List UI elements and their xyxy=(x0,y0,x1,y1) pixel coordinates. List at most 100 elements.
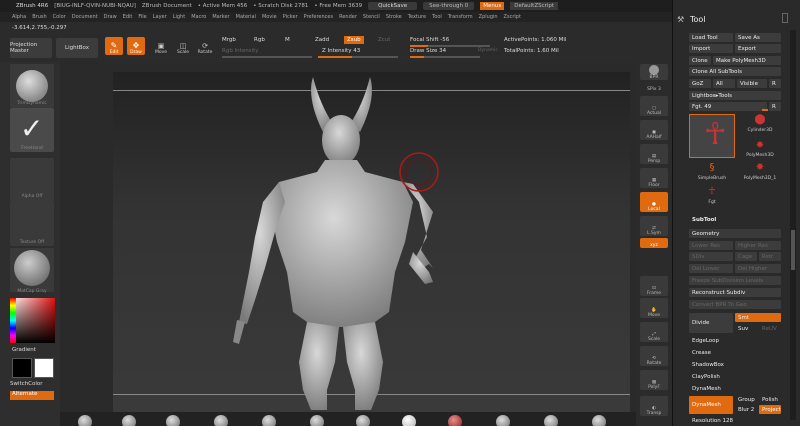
spix-slider[interactable]: SPix 3 xyxy=(640,82,668,92)
color-picker[interactable] xyxy=(10,298,55,343)
geometry-section[interactable]: Geometry xyxy=(689,229,781,238)
transp-button[interactable]: ◐ Transp xyxy=(640,396,668,416)
brush-ball-3-icon[interactable] xyxy=(166,415,180,426)
rgb-intensity-slider[interactable]: Rgb Intensity xyxy=(222,48,259,54)
cage-button[interactable]: Cage xyxy=(735,252,757,261)
hue-strip[interactable] xyxy=(10,298,16,343)
del-higher-button[interactable]: Del Higher xyxy=(735,264,781,273)
lightbox-tools-button[interactable]: Lightbox▸Tools xyxy=(689,91,781,100)
lsym-button[interactable]: ⇄ L.Sym xyxy=(640,216,668,236)
sdiv-slider[interactable]: SDiv xyxy=(689,252,733,261)
claypolish-section[interactable]: ClayPolish xyxy=(689,372,781,381)
edgeloop-section[interactable]: EdgeLoop xyxy=(689,336,781,345)
menu-brush[interactable]: Brush xyxy=(32,14,46,20)
divide-button[interactable]: Divide xyxy=(689,313,733,333)
lower-res-button[interactable]: Lower Res xyxy=(689,241,733,250)
suv-toggle[interactable]: Suv xyxy=(735,324,757,333)
local-button[interactable]: ● Local xyxy=(640,192,668,212)
menu-picker[interactable]: Picker xyxy=(283,14,298,20)
rotate-button[interactable]: ⟳ Rotate xyxy=(196,37,214,55)
goz-visible-button[interactable]: Visible xyxy=(737,79,767,88)
edit-button[interactable]: ✎ Edit xyxy=(105,37,123,55)
fgt-r-button[interactable]: R xyxy=(769,102,781,111)
del-lower-button[interactable]: Del Lower xyxy=(689,264,733,273)
freeze-subdivision-button[interactable]: Freeze SubDivision Levels xyxy=(689,276,781,285)
brush-ball-4-icon[interactable] xyxy=(214,415,228,426)
menu-macro[interactable]: Macro xyxy=(191,14,206,20)
goz-all-button[interactable]: All xyxy=(713,79,735,88)
higher-res-button[interactable]: Higher Res xyxy=(735,241,781,250)
smt-toggle[interactable]: Smt xyxy=(735,313,781,322)
secondary-color-swatch[interactable] xyxy=(34,358,54,378)
brush-ball-2-icon[interactable] xyxy=(122,415,136,426)
move-view-button[interactable]: ✋ Move xyxy=(640,298,668,318)
resolution-slider[interactable]: Resolution 128 xyxy=(689,416,781,425)
rstr-button[interactable]: Rstr xyxy=(759,252,781,261)
gradient-label[interactable]: Gradient xyxy=(12,347,36,353)
draw-size-slider[interactable]: Draw Size 34 xyxy=(410,48,446,54)
brush-ball-7-icon[interactable] xyxy=(356,415,370,426)
export-button[interactable]: Export xyxy=(735,44,781,53)
group-toggle[interactable]: Group xyxy=(735,395,757,404)
crease-section[interactable]: Crease xyxy=(689,348,781,357)
quicksave-button[interactable]: QuickSave xyxy=(368,2,418,10)
reuv-button[interactable]: ReUV xyxy=(759,324,781,333)
polish-toggle[interactable]: Polish xyxy=(759,395,783,404)
move-button[interactable]: ▣ Move xyxy=(152,37,170,55)
menu-document[interactable]: Document xyxy=(72,14,98,20)
clone-button[interactable]: Clone xyxy=(689,56,711,65)
load-tool-button[interactable]: Load Tool xyxy=(689,33,733,42)
menu-color[interactable]: Color xyxy=(53,14,66,20)
save-as-button[interactable]: Save As xyxy=(735,33,781,42)
see-through-slider[interactable]: See-through 0 xyxy=(423,2,475,10)
brush-ball-1-icon[interactable] xyxy=(78,415,92,426)
menu-stencil[interactable]: Stencil xyxy=(363,14,380,20)
zcut-button[interactable]: Zcut xyxy=(378,37,390,43)
make-polymesh-button[interactable]: Make PolyMesh3D xyxy=(713,56,781,65)
panel-pin-icon[interactable] xyxy=(782,13,788,23)
menu-zplugin[interactable]: Zplugin xyxy=(479,14,498,20)
mrgb-button[interactable]: Mrgb xyxy=(222,37,236,43)
menu-texture[interactable]: Texture xyxy=(408,14,426,20)
menu-preferences[interactable]: Preferences xyxy=(304,14,333,20)
menu-layer[interactable]: Layer xyxy=(153,14,167,20)
demon-model[interactable] xyxy=(113,72,630,412)
material-thumbnail[interactable] xyxy=(10,248,54,292)
switchcolor-button[interactable]: SwitchColor xyxy=(10,381,43,387)
project-toggle[interactable]: Project xyxy=(759,405,781,414)
menu-tool[interactable]: Tool xyxy=(432,14,442,20)
menu-alpha[interactable]: Alpha xyxy=(12,14,26,20)
scale-button[interactable]: ◫ Scale xyxy=(174,37,192,55)
brush-ball-6-icon[interactable] xyxy=(310,415,324,426)
import-button[interactable]: Import xyxy=(689,44,733,53)
convert-bpr-button[interactable]: Convert BPR To Geo xyxy=(689,300,781,309)
reconstruct-subdiv-button[interactable]: Reconstruct Subdiv xyxy=(689,288,781,297)
clone-all-subtools-button[interactable]: Clone All SubTools xyxy=(689,67,781,76)
brush-ball-12-icon[interactable] xyxy=(592,415,606,426)
subtool-section[interactable]: SubTool xyxy=(689,215,781,224)
zsub-button[interactable]: Zsub xyxy=(344,36,364,44)
menu-marker[interactable]: Marker xyxy=(212,14,229,20)
z-intensity-slider[interactable]: Z Intensity 43 xyxy=(322,48,360,54)
actual-button[interactable]: ◻ Actual xyxy=(640,96,668,116)
rotate-view-button[interactable]: ⟲ Rotate xyxy=(640,346,668,366)
menu-light[interactable]: Light xyxy=(173,14,185,20)
xyz-button[interactable]: xyz xyxy=(640,238,668,248)
tool-thumb-current[interactable]: ☥ xyxy=(689,114,735,158)
menu-draw[interactable]: Draw xyxy=(104,14,117,20)
menu-edit[interactable]: Edit xyxy=(123,14,133,20)
menu-render[interactable]: Render xyxy=(339,14,357,20)
alternate-button[interactable]: Alternate xyxy=(10,391,54,400)
lightbox-button[interactable]: LightBox xyxy=(56,38,98,58)
fgt-slider[interactable]: Fgt. 49 xyxy=(689,102,767,111)
tool-polymesh3d-1[interactable]: PolyMesh3D_1 xyxy=(736,176,784,181)
focal-shift-slider[interactable]: Focal Shift -56 xyxy=(410,37,449,43)
shadowbox-section[interactable]: ShadowBox xyxy=(689,360,781,369)
default-zscript-button[interactable]: DefaultZScript xyxy=(510,2,559,10)
floor-button[interactable]: ▦ Floor xyxy=(640,168,668,188)
m-button[interactable]: M xyxy=(285,37,290,43)
tool-fgt[interactable]: Fgt xyxy=(689,200,735,205)
aahalf-button[interactable]: ◼ AAHalf xyxy=(640,120,668,140)
menu-movie[interactable]: Movie xyxy=(262,14,277,20)
brush-ball-10-icon[interactable] xyxy=(496,415,510,426)
